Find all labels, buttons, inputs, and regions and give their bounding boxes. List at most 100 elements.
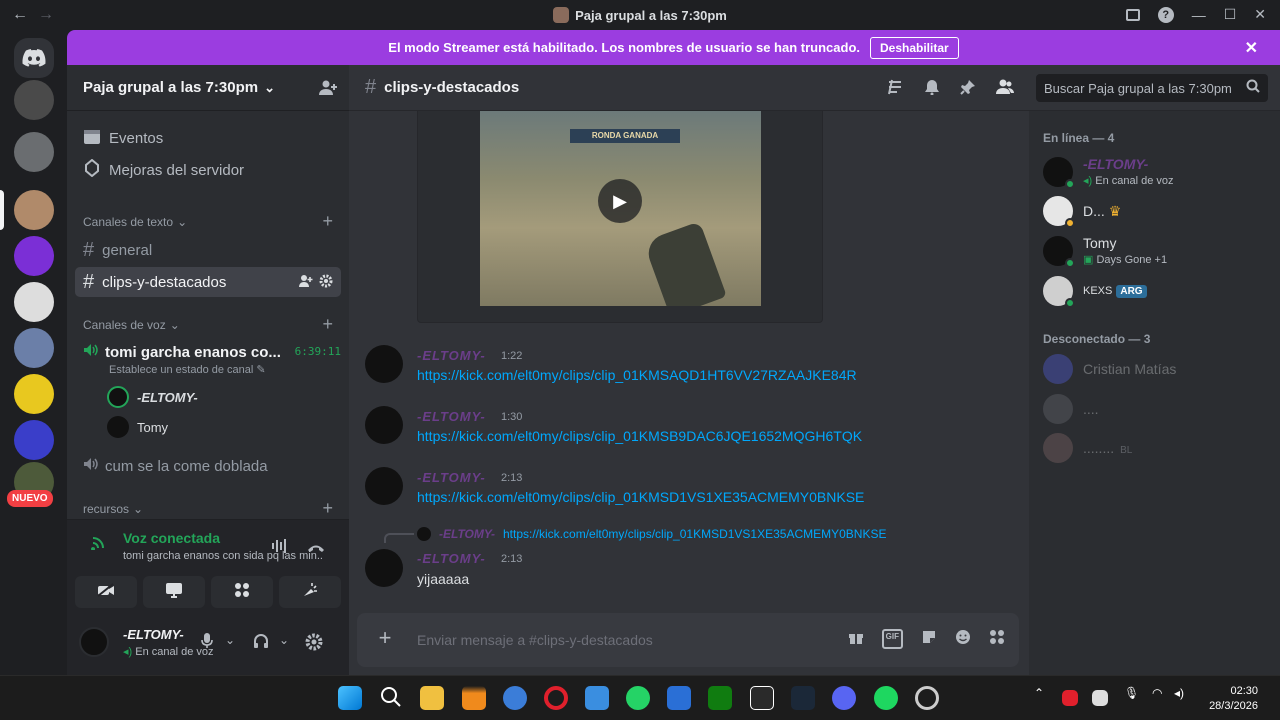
message-link[interactable]: https://kick.com/elt0my/clips/clip_01KMS…	[417, 489, 864, 505]
play-icon[interactable]: ▶	[598, 179, 642, 223]
user-avatar[interactable]	[79, 627, 109, 657]
resources-category[interactable]: recursos ⌄	[83, 502, 143, 516]
gift-icon[interactable]	[848, 629, 864, 649]
tray-app-icon[interactable]	[1062, 690, 1078, 706]
avatar[interactable]	[365, 345, 403, 383]
message-link[interactable]: https://kick.com/elt0my/clips/clip_01KMS…	[417, 428, 862, 444]
sticker-icon[interactable]	[921, 629, 937, 649]
signal-icon[interactable]	[91, 534, 109, 555]
server-icon[interactable]	[14, 328, 54, 368]
member-item[interactable]: ........ BL	[1043, 433, 1132, 463]
discord-home-icon[interactable]	[14, 38, 54, 78]
video-thumbnail[interactable]: RONDA GANADA ▶	[480, 111, 761, 306]
events-item[interactable]: Eventos	[83, 127, 163, 149]
threads-icon[interactable]	[886, 79, 904, 100]
message-author[interactable]: -ELTOMY-	[417, 551, 486, 566]
discord-taskbar-icon[interactable]	[832, 686, 856, 710]
noise-suppression-icon[interactable]	[271, 538, 289, 559]
user-name[interactable]: -ELTOMY-	[123, 627, 184, 642]
help-icon[interactable]: ?	[1157, 6, 1174, 23]
channel-general[interactable]: # general	[75, 235, 341, 265]
add-channel-icon[interactable]: +	[322, 211, 333, 232]
gif-icon[interactable]: GIF	[881, 629, 903, 649]
chevron-down-icon[interactable]: ⌄	[279, 633, 289, 647]
search-icon[interactable]	[380, 686, 404, 710]
member-item[interactable]: Tomy ▣ Days Gone +1	[1043, 235, 1167, 268]
wifi-icon[interactable]: ◠	[1152, 686, 1162, 700]
voice-channel[interactable]: cum se la come doblada	[83, 457, 339, 475]
volume-icon[interactable]: ◂)	[1174, 686, 1184, 700]
server-icon[interactable]	[14, 374, 54, 414]
chevron-down-icon[interactable]: ⌄	[225, 633, 235, 647]
server-boosts-item[interactable]: Mejoras del servidor	[83, 158, 244, 181]
apps-icon[interactable]	[989, 629, 1005, 649]
upload-plus-icon[interactable]: +	[373, 627, 397, 651]
xbox-icon[interactable]	[708, 686, 732, 710]
opera-icon[interactable]	[544, 686, 568, 710]
maximize-button[interactable]: ☐	[1224, 6, 1237, 23]
vlc-icon[interactable]	[462, 686, 486, 710]
server-icon-active[interactable]	[14, 190, 54, 230]
avatar[interactable]	[365, 467, 403, 505]
message-link[interactable]: https://kick.com/elt0my/clips/clip_01KMS…	[417, 367, 857, 383]
channel-clips-y-destacados[interactable]: # clips-y-destacados	[75, 267, 341, 297]
disconnect-icon[interactable]	[307, 540, 325, 558]
file-explorer-icon[interactable]	[420, 686, 444, 710]
gear-icon[interactable]	[305, 633, 323, 656]
server-icon[interactable]	[14, 420, 54, 460]
microphone-icon[interactable]: 🎙	[1124, 686, 1139, 700]
search-input[interactable]: Buscar Paja grupal a las 7:30pm	[1036, 74, 1268, 102]
emoji-icon[interactable]	[955, 629, 971, 649]
disable-streamer-button[interactable]: Deshabilitar	[870, 36, 959, 59]
gear-icon[interactable]	[319, 274, 333, 291]
steam-icon[interactable]	[791, 686, 815, 710]
inbox-icon[interactable]	[1125, 8, 1140, 21]
add-channel-icon[interactable]: +	[322, 498, 333, 519]
invite-icon[interactable]	[299, 274, 313, 291]
reply-link[interactable]: https://kick.com/elt0my/clips/clip_01KMS…	[503, 527, 886, 541]
bell-icon[interactable]	[924, 79, 940, 100]
store-icon[interactable]	[667, 686, 691, 710]
server-icon[interactable]	[14, 80, 54, 120]
message-author[interactable]: -ELTOMY-	[417, 470, 486, 485]
avatar[interactable]	[365, 406, 403, 444]
invite-icon[interactable]	[319, 80, 337, 100]
avatar[interactable]	[365, 549, 403, 587]
voice-user[interactable]: -ELTOMY-	[107, 386, 198, 408]
member-item[interactable]: Cristian Matías	[1043, 354, 1176, 384]
reply-preview[interactable]: -ELTOMY- https://kick.com/elt0my/clips/c…	[417, 527, 886, 541]
tray-app-icon[interactable]	[1092, 690, 1108, 706]
channel-status-prompt[interactable]: Establece un estado de canal ✎	[109, 363, 266, 376]
soundboard-button[interactable]	[279, 576, 341, 608]
member-list-icon[interactable]	[996, 79, 1014, 100]
message-input[interactable]: Enviar mensaje a #clips-y-destacados	[417, 632, 653, 648]
screen-share-button[interactable]	[143, 576, 205, 608]
epic-games-icon[interactable]	[750, 686, 774, 710]
minimize-button[interactable]: —	[1192, 7, 1206, 23]
spotify-icon[interactable]	[874, 686, 898, 710]
guild-header[interactable]: Paja grupal a las 7:30pm ⌄	[67, 65, 349, 111]
member-item[interactable]: D... ♛	[1043, 196, 1121, 228]
voice-channels-category[interactable]: Canales de voz ⌄	[83, 318, 180, 332]
clock[interactable]: 02:30 28/3/2026	[1209, 684, 1258, 714]
voice-user[interactable]: Tomy	[107, 416, 168, 438]
camera-off-button[interactable]	[75, 576, 137, 608]
close-icon[interactable]: ✕	[1245, 38, 1258, 58]
headphones-icon[interactable]	[253, 633, 269, 654]
whatsapp-icon[interactable]	[626, 686, 650, 710]
server-icon[interactable]	[14, 282, 54, 322]
server-icon[interactable]	[14, 132, 54, 172]
voice-connected-title[interactable]: Voz conectada	[123, 530, 220, 546]
message-author[interactable]: -ELTOMY-	[417, 409, 486, 424]
close-button[interactable]: ✕	[1254, 6, 1266, 23]
member-item[interactable]: KEXS ARG	[1043, 276, 1147, 308]
chevron-up-icon[interactable]: ⌃	[1034, 686, 1044, 700]
app-icon[interactable]	[915, 686, 939, 710]
text-channels-category[interactable]: Canales de texto ⌄	[83, 215, 187, 229]
microphone-icon[interactable]	[201, 633, 213, 654]
voice-connected-subtitle[interactable]: tomi garcha enanos con sida pq las min..…	[123, 550, 323, 562]
message-author[interactable]: -ELTOMY-	[417, 348, 486, 363]
chat-app-icon[interactable]	[585, 686, 609, 710]
member-item[interactable]: ....	[1043, 394, 1099, 424]
activities-button[interactable]	[211, 576, 273, 608]
